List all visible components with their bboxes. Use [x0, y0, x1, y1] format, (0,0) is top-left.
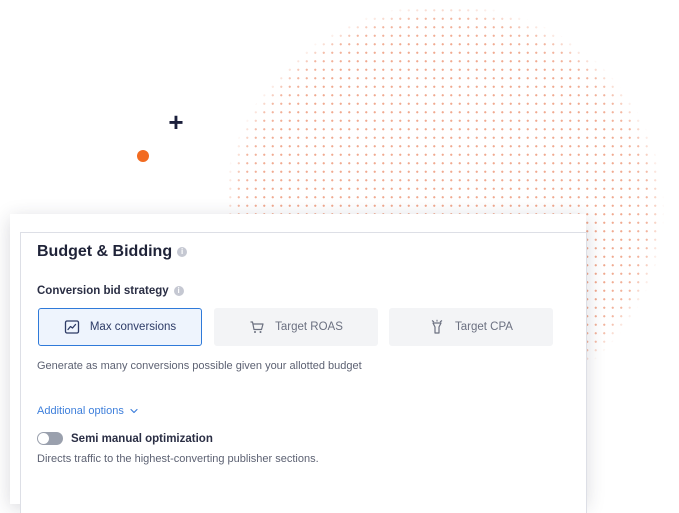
chart-icon	[64, 320, 79, 334]
max-conversions-label: Max conversions	[89, 321, 177, 333]
bid-strategy-description: Generate as many conversions possible gi…	[37, 360, 362, 372]
orange-dot-decoration	[137, 150, 149, 162]
info-icon[interactable]: i	[177, 247, 188, 257]
max-conversions-option[interactable]: Max conversions	[38, 308, 202, 346]
bid-strategy-label-text: Conversion bid strategy	[37, 285, 169, 297]
section-title-text: Budget & Bidding	[37, 243, 173, 260]
target-cpa-icon	[431, 319, 443, 334]
semi-manual-row: Semi manual optimization	[37, 432, 213, 445]
section-title: Budget & Bidding i	[37, 243, 188, 261]
target-roas-option[interactable]: Target ROAS	[214, 308, 378, 346]
semi-manual-label: Semi manual optimization	[71, 432, 213, 445]
cart-icon	[250, 321, 264, 333]
card-content: Budget & Bidding i Conversion bid strate…	[20, 232, 587, 513]
target-cpa-label: Target CPA	[455, 321, 513, 333]
semi-manual-toggle[interactable]	[37, 432, 63, 445]
bid-strategy-label: Conversion bid strategy i	[37, 285, 184, 297]
budget-bidding-card: Budget & Bidding i Conversion bid strate…	[10, 214, 587, 513]
target-roas-label: Target ROAS	[275, 321, 343, 333]
target-cpa-option[interactable]: Target CPA	[389, 308, 553, 346]
additional-options-label: Additional options	[37, 405, 124, 417]
toggle-knob	[38, 433, 49, 444]
semi-manual-description: Directs traffic to the highest-convertin…	[37, 453, 319, 465]
plus-decoration-icon: +	[168, 107, 184, 137]
chevron-down-icon	[130, 408, 138, 414]
additional-options-link[interactable]: Additional options	[37, 405, 138, 417]
info-icon[interactable]: i	[173, 286, 184, 296]
